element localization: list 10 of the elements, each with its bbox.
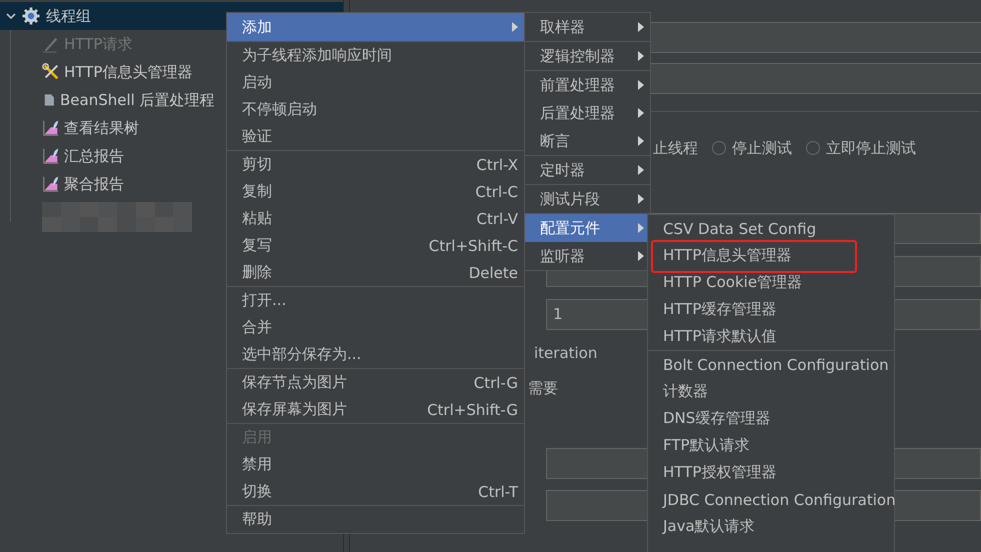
tree-item-label: HTTP信息头管理器 [64,62,192,82]
option-label: 需要 [528,379,558,398]
tree-item-label: BeanShell 后置处理程 [60,90,215,110]
tree-item-label: 线程组 [46,6,91,26]
option-label: iteration [534,344,598,362]
tree-item-label: HTTP请求 [64,34,132,54]
option-label: 止线程 [653,138,698,158]
tree-item-label: 汇总报告 [64,146,124,166]
tree-item-label: 查看结果树 [64,118,139,138]
tree-item-label: 聚合报告 [64,174,124,194]
